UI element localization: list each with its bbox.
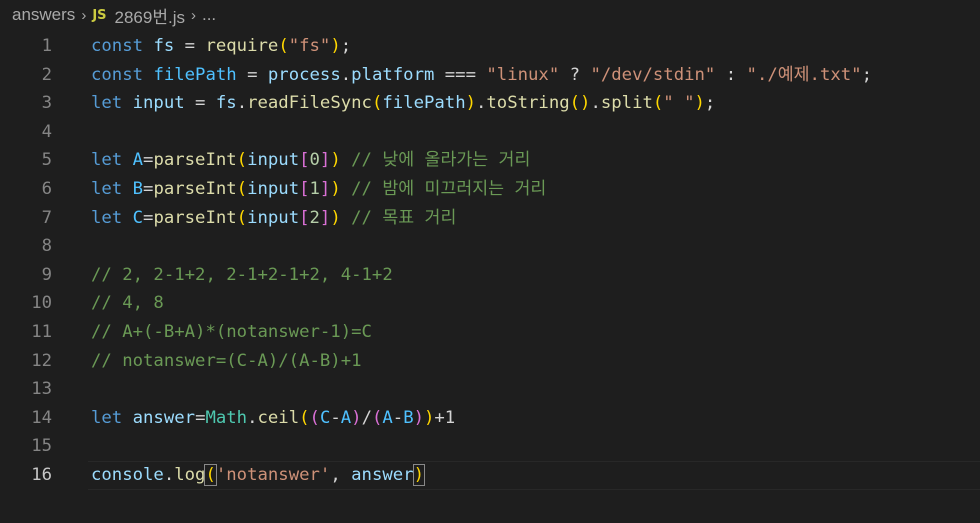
- code-line[interactable]: 15: [0, 432, 980, 461]
- code-line[interactable]: 3 let input = fs.readFileSync(filePath).…: [0, 89, 980, 118]
- code-line[interactable]: 4: [0, 118, 980, 147]
- line-number: 15: [31, 436, 52, 457]
- chevron-right-icon: ›: [81, 6, 87, 24]
- code-text[interactable]: let input = fs.readFileSync(filePath).to…: [52, 89, 715, 118]
- line-number: 9: [41, 264, 52, 285]
- line-number: 5: [41, 150, 52, 171]
- code-text[interactable]: let C=parseInt(input[2]) // 목표 거리: [52, 204, 456, 233]
- line-number: 12: [31, 350, 52, 371]
- line-number: 10: [31, 293, 52, 314]
- code-line[interactable]: 10 // 4, 8: [0, 289, 980, 318]
- code-line[interactable]: 2 const filePath = process.platform === …: [0, 61, 980, 90]
- breadcrumb-more[interactable]: ...: [202, 5, 216, 25]
- breadcrumb-folder[interactable]: answers: [12, 5, 75, 25]
- code-editor[interactable]: 1 const fs = require("fs"); 2 const file…: [0, 30, 980, 490]
- javascript-file-icon: JS: [92, 7, 107, 23]
- code-text[interactable]: const fs = require("fs");: [52, 32, 351, 61]
- chevron-right-icon: ›: [190, 6, 196, 24]
- line-number: 6: [41, 178, 52, 199]
- line-number: 11: [31, 321, 52, 342]
- code-text[interactable]: let answer=Math.ceil((C-A)/(A-B))+1: [52, 404, 455, 433]
- line-number: 13: [31, 379, 52, 400]
- code-line[interactable]: 14 let answer=Math.ceil((C-A)/(A-B))+1: [0, 404, 980, 433]
- code-text[interactable]: let A=parseInt(input[0]) // 낮에 올라가는 거리: [52, 146, 530, 175]
- code-line[interactable]: 13: [0, 375, 980, 404]
- line-number: 4: [41, 121, 52, 142]
- code-comment[interactable]: // notanswer=(C-A)/(A-B)+1: [52, 347, 362, 376]
- code-comment[interactable]: // 4, 8: [52, 289, 164, 318]
- line-number: 8: [41, 236, 52, 257]
- code-text[interactable]: let B=parseInt(input[1]) // 밤에 미끄러지는 거리: [52, 175, 546, 204]
- code-line[interactable]: 7 let C=parseInt(input[2]) // 목표 거리: [0, 204, 980, 233]
- code-text[interactable]: const filePath = process.platform === "l…: [52, 61, 872, 90]
- line-number: 16: [31, 464, 52, 485]
- code-line[interactable]: 6 let B=parseInt(input[1]) // 밤에 미끄러지는 거…: [0, 175, 980, 204]
- line-number: 2: [41, 64, 52, 85]
- code-line[interactable]: 8: [0, 232, 980, 261]
- code-comment[interactable]: // A+(-B+A)*(notanswer-1)=C: [52, 318, 372, 347]
- code-text[interactable]: [52, 118, 91, 147]
- line-number: 1: [41, 36, 52, 56]
- code-line-active[interactable]: 16 console.log('notanswer', answer): [0, 460, 980, 490]
- code-line[interactable]: 12 // notanswer=(C-A)/(A-B)+1: [0, 347, 980, 376]
- code-line[interactable]: 5 let A=parseInt(input[0]) // 낮에 올라가는 거리: [0, 146, 980, 175]
- line-number: 14: [31, 407, 52, 428]
- code-line[interactable]: 9 // 2, 2-1+2, 2-1+2-1+2, 4-1+2: [0, 261, 980, 290]
- line-number: 3: [41, 93, 52, 114]
- code-text[interactable]: console.log('notanswer', answer): [52, 461, 426, 490]
- code-text[interactable]: [52, 232, 91, 261]
- code-text[interactable]: [52, 375, 91, 404]
- code-line[interactable]: 11 // A+(-B+A)*(notanswer-1)=C: [0, 318, 980, 347]
- breadcrumb-file[interactable]: 2869번.js: [115, 3, 185, 28]
- breadcrumb: answers › JS 2869번.js › ...: [0, 0, 980, 30]
- code-comment[interactable]: // 2, 2-1+2, 2-1+2-1+2, 4-1+2: [52, 261, 393, 290]
- code-text[interactable]: [52, 432, 91, 461]
- line-number: 7: [41, 207, 52, 228]
- code-line[interactable]: 1 const fs = require("fs");: [0, 32, 980, 61]
